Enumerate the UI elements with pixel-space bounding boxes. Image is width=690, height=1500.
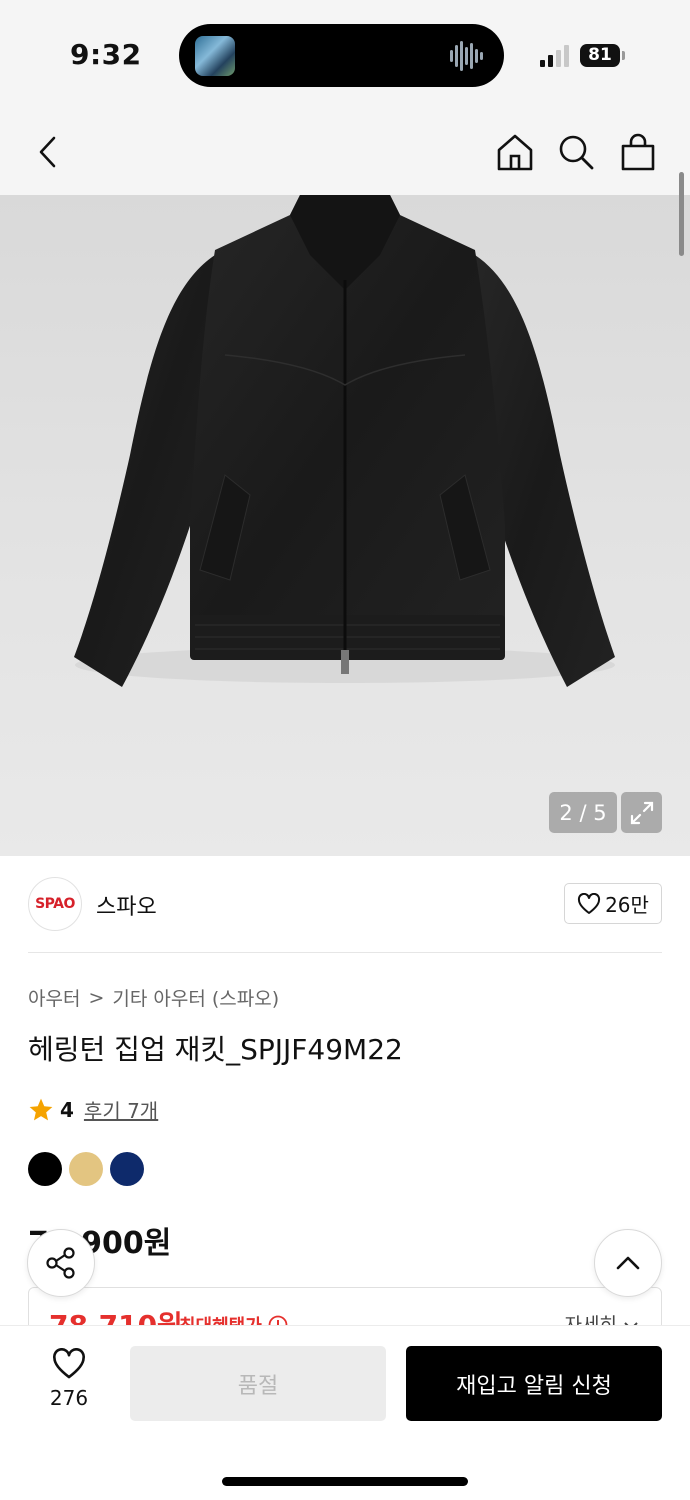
page-scroll-indicator xyxy=(679,172,684,256)
review-link[interactable]: 후기 7개 xyxy=(84,1095,158,1124)
back-icon xyxy=(39,136,56,168)
home-indicator xyxy=(222,1477,468,1486)
divider xyxy=(28,952,662,953)
brand-name[interactable]: 스파오 xyxy=(96,889,157,921)
product-photo-jacket xyxy=(74,195,615,687)
home-button[interactable] xyxy=(493,130,537,174)
battery-indicator: 81 xyxy=(580,44,620,67)
product-title: 헤링턴 집업 재킷_SPJJF49M22 xyxy=(28,1033,403,1066)
top-nav-bar xyxy=(0,110,690,195)
chevron-up-icon xyxy=(616,1256,640,1270)
scroll-to-top-button[interactable] xyxy=(594,1229,662,1297)
restock-alert-button[interactable]: 재입고 알림 신청 xyxy=(406,1346,662,1421)
color-swatch-navy[interactable] xyxy=(110,1152,144,1186)
search-button[interactable] xyxy=(554,130,598,174)
audio-wave-icon xyxy=(450,41,483,71)
search-icon xyxy=(559,135,594,170)
sold-out-button: 품절 xyxy=(130,1346,386,1421)
product-image-gallery[interactable] xyxy=(0,195,690,856)
dynamic-island[interactable] xyxy=(179,24,504,87)
image-counter: 2 / 5 xyxy=(549,792,617,833)
heart-icon xyxy=(578,892,601,914)
brand-logo[interactable]: SPAO xyxy=(28,877,82,931)
color-swatch-black[interactable] xyxy=(28,1152,62,1186)
bottom-action-bar: 276 품절 재입고 알림 신청 xyxy=(0,1325,690,1500)
expand-icon xyxy=(630,801,653,824)
share-icon xyxy=(46,1247,75,1279)
home-icon xyxy=(497,134,533,171)
rating-value: 4 xyxy=(60,1097,74,1122)
rating-row: 4 후기 7개 xyxy=(28,1095,158,1124)
now-playing-artwork xyxy=(195,36,235,76)
brand-like-count: 26만 xyxy=(605,893,649,917)
shopping-bag-icon xyxy=(621,133,655,171)
share-button[interactable] xyxy=(27,1229,95,1297)
expand-image-button[interactable] xyxy=(621,792,662,833)
brand-row: SPAO 스파오 26만 xyxy=(28,875,662,933)
wishlist-button[interactable]: 276 xyxy=(34,1348,104,1418)
heart-icon xyxy=(53,1348,85,1379)
status-time: 9:32 xyxy=(70,38,142,71)
battery-cap xyxy=(622,51,625,60)
color-swatches xyxy=(28,1152,144,1186)
status-bar: 9:32 81 xyxy=(0,0,690,110)
back-button[interactable] xyxy=(26,130,70,174)
brand-like-button[interactable]: 26만 xyxy=(564,883,662,924)
cart-button[interactable] xyxy=(616,130,660,174)
wishlist-count: 276 xyxy=(49,1386,89,1410)
breadcrumb-category[interactable]: 아우터 xyxy=(28,984,80,1011)
color-swatch-beige[interactable] xyxy=(69,1152,103,1186)
breadcrumb-subcategory[interactable]: 기타 아우터 (스파오) xyxy=(112,984,279,1011)
breadcrumb-separator: > xyxy=(88,986,105,1009)
star-icon xyxy=(29,1098,53,1120)
breadcrumb: 아우터 > 기타 아우터 (스파오) xyxy=(28,984,279,1011)
cellular-signal-icon xyxy=(540,45,569,67)
